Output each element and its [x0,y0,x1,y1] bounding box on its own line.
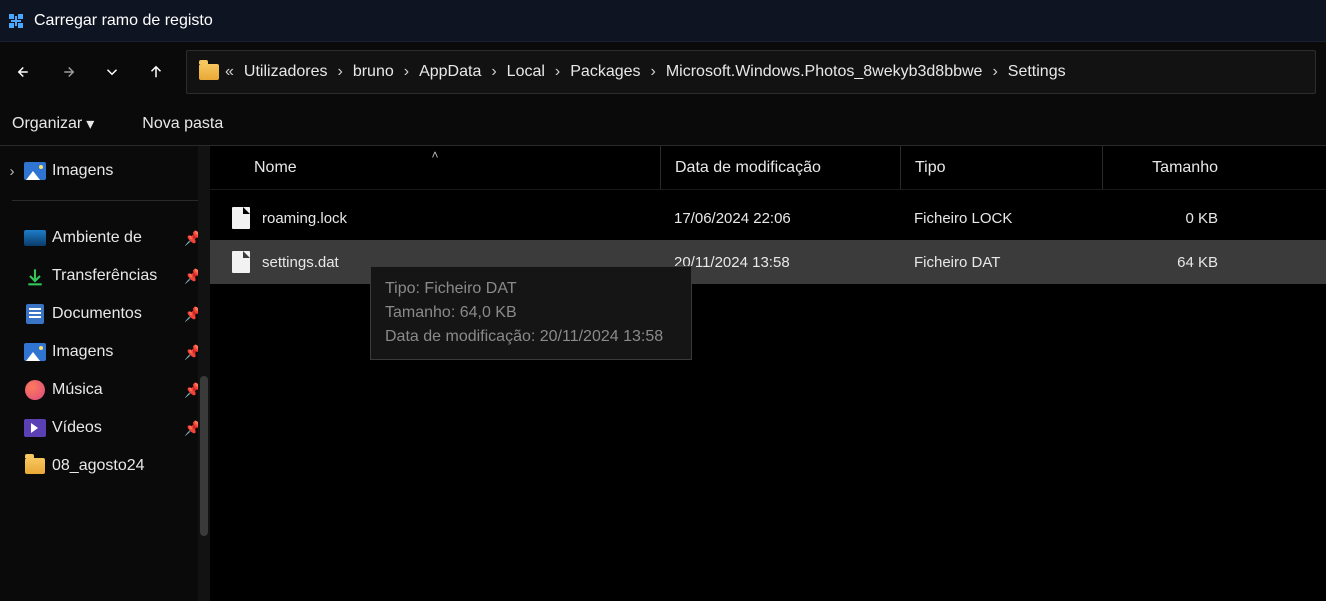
tooltip-line: Tamanho: 64,0 KB [385,301,677,325]
sidebar-item[interactable]: Vídeos📌 [0,409,210,447]
sidebar-item[interactable]: Imagens📌 [0,333,210,371]
doc-icon [24,303,46,325]
music-icon [24,379,46,401]
chevron-down-icon: ▾ [86,114,94,134]
file-name: settings.dat [262,254,339,271]
breadcrumb-segment[interactable]: Packages [566,59,644,84]
sidebar-item[interactable]: Documentos📌 [0,295,210,333]
file-icon [232,251,250,273]
chevron-right-icon[interactable]: › [6,163,18,180]
sidebar-item[interactable]: 08_agosto24 [0,447,210,485]
column-label: Tamanho [1152,159,1218,177]
file-type: Ficheiro LOCK [914,210,1012,227]
file-size: 0 KB [1185,210,1218,227]
file-tooltip: Tipo: Ficheiro DAT Tamanho: 64,0 KB Data… [370,266,692,360]
new-folder-label: Nova pasta [142,115,223,133]
window-title: Carregar ramo de registo [34,12,213,30]
breadcrumb-segment[interactable]: Microsoft.Windows.Photos_8wekyb3d8bbwe [662,59,987,84]
breadcrumb-segment[interactable]: bruno [349,59,398,84]
tooltip-line: Data de modificação: 20/11/2024 13:58 [385,325,677,349]
file-row[interactable]: roaming.lock 17/06/2024 22:06 Ficheiro LOC… [210,196,1326,240]
sidebar-label: Ambiente de [52,229,178,247]
tooltip-line: Tipo: Ficheiro DAT [385,277,677,301]
new-folder-button[interactable]: Nova pasta [136,109,229,139]
file-date: 17/06/2024 22:06 [674,210,791,227]
pict-icon [24,341,46,363]
breadcrumb-chevron-icon[interactable]: › [549,63,566,81]
registry-icon [8,13,24,29]
sidebar-item[interactable]: Ambiente de 📌 [0,219,210,257]
breadcrumb-segment[interactable]: AppData [415,59,485,84]
breadcrumb-chevron-icon[interactable]: › [645,63,662,81]
column-label: Data de modificação [675,159,821,177]
sidebar-label: Imagens [52,343,178,361]
sidebar-item[interactable]: Transferências📌 [0,257,210,295]
column-label: Nome [254,159,297,177]
breadcrumb-chevron-icon[interactable]: › [332,63,349,81]
breadcrumb-chevron-icon[interactable]: › [398,63,415,81]
column-headers[interactable]: Nome ˄ Data de modificação Tipo Tamanho [210,146,1326,190]
folder-icon [199,64,219,80]
sidebar-item[interactable]: Música📌 [0,371,210,409]
recent-locations-button[interactable] [90,50,134,94]
breadcrumb-segment[interactable]: Utilizadores [240,59,332,84]
toolbar: Organizar ▾ Nova pasta [0,102,1326,146]
column-name[interactable]: Nome ˄ [210,146,660,189]
organize-label: Organizar [12,115,82,133]
breadcrumb-segment[interactable]: Settings [1004,59,1070,84]
sidebar-item-imagens-root[interactable]: › Imagens [0,152,210,190]
sidebar-label: Transferências [52,267,178,285]
pictures-icon [24,160,46,182]
sidebar-label: Música [52,381,178,399]
sidebar-label: Imagens [52,162,202,180]
back-button[interactable] [2,50,46,94]
download-icon [24,265,46,287]
sidebar-separator [12,200,198,201]
file-type: Ficheiro DAT [914,254,1000,271]
organize-button[interactable]: Organizar ▾ [6,108,100,140]
scrollbar-thumb[interactable] [200,376,208,536]
file-size: 64 KB [1177,254,1218,271]
column-type[interactable]: Tipo [900,146,1102,189]
address-bar[interactable]: « Utilizadores›bruno›AppData›Local›Packa… [186,50,1316,94]
file-icon [232,207,250,229]
navigation-pane[interactable]: › Imagens Ambiente de 📌Transferências📌Do… [0,146,210,601]
breadcrumb-chevron-icon[interactable]: › [986,63,1003,81]
file-list-pane[interactable]: Nome ˄ Data de modificação Tipo Tamanho … [210,146,1326,601]
file-name: roaming.lock [262,210,347,227]
forward-button[interactable] [46,50,90,94]
video-icon [24,417,46,439]
sidebar-scrollbar[interactable] [198,146,210,601]
column-date[interactable]: Data de modificação [660,146,900,189]
sidebar-label: Vídeos [52,419,178,437]
column-label: Tipo [915,159,946,177]
folder-icon [24,455,46,477]
sidebar-label: 08_agosto24 [52,457,178,475]
breadcrumb-overflow[interactable]: « [219,63,240,81]
column-size[interactable]: Tamanho [1102,146,1232,189]
up-button[interactable] [134,50,178,94]
sidebar-label: Documentos [52,305,178,323]
breadcrumb-chevron-icon[interactable]: › [485,63,502,81]
desktop-icon [24,227,46,249]
navigation-bar: « Utilizadores›bruno›AppData›Local›Packa… [0,42,1326,102]
breadcrumb-segment[interactable]: Local [503,59,549,84]
sort-asc-icon: ˄ [431,148,438,162]
title-bar: Carregar ramo de registo [0,0,1326,42]
